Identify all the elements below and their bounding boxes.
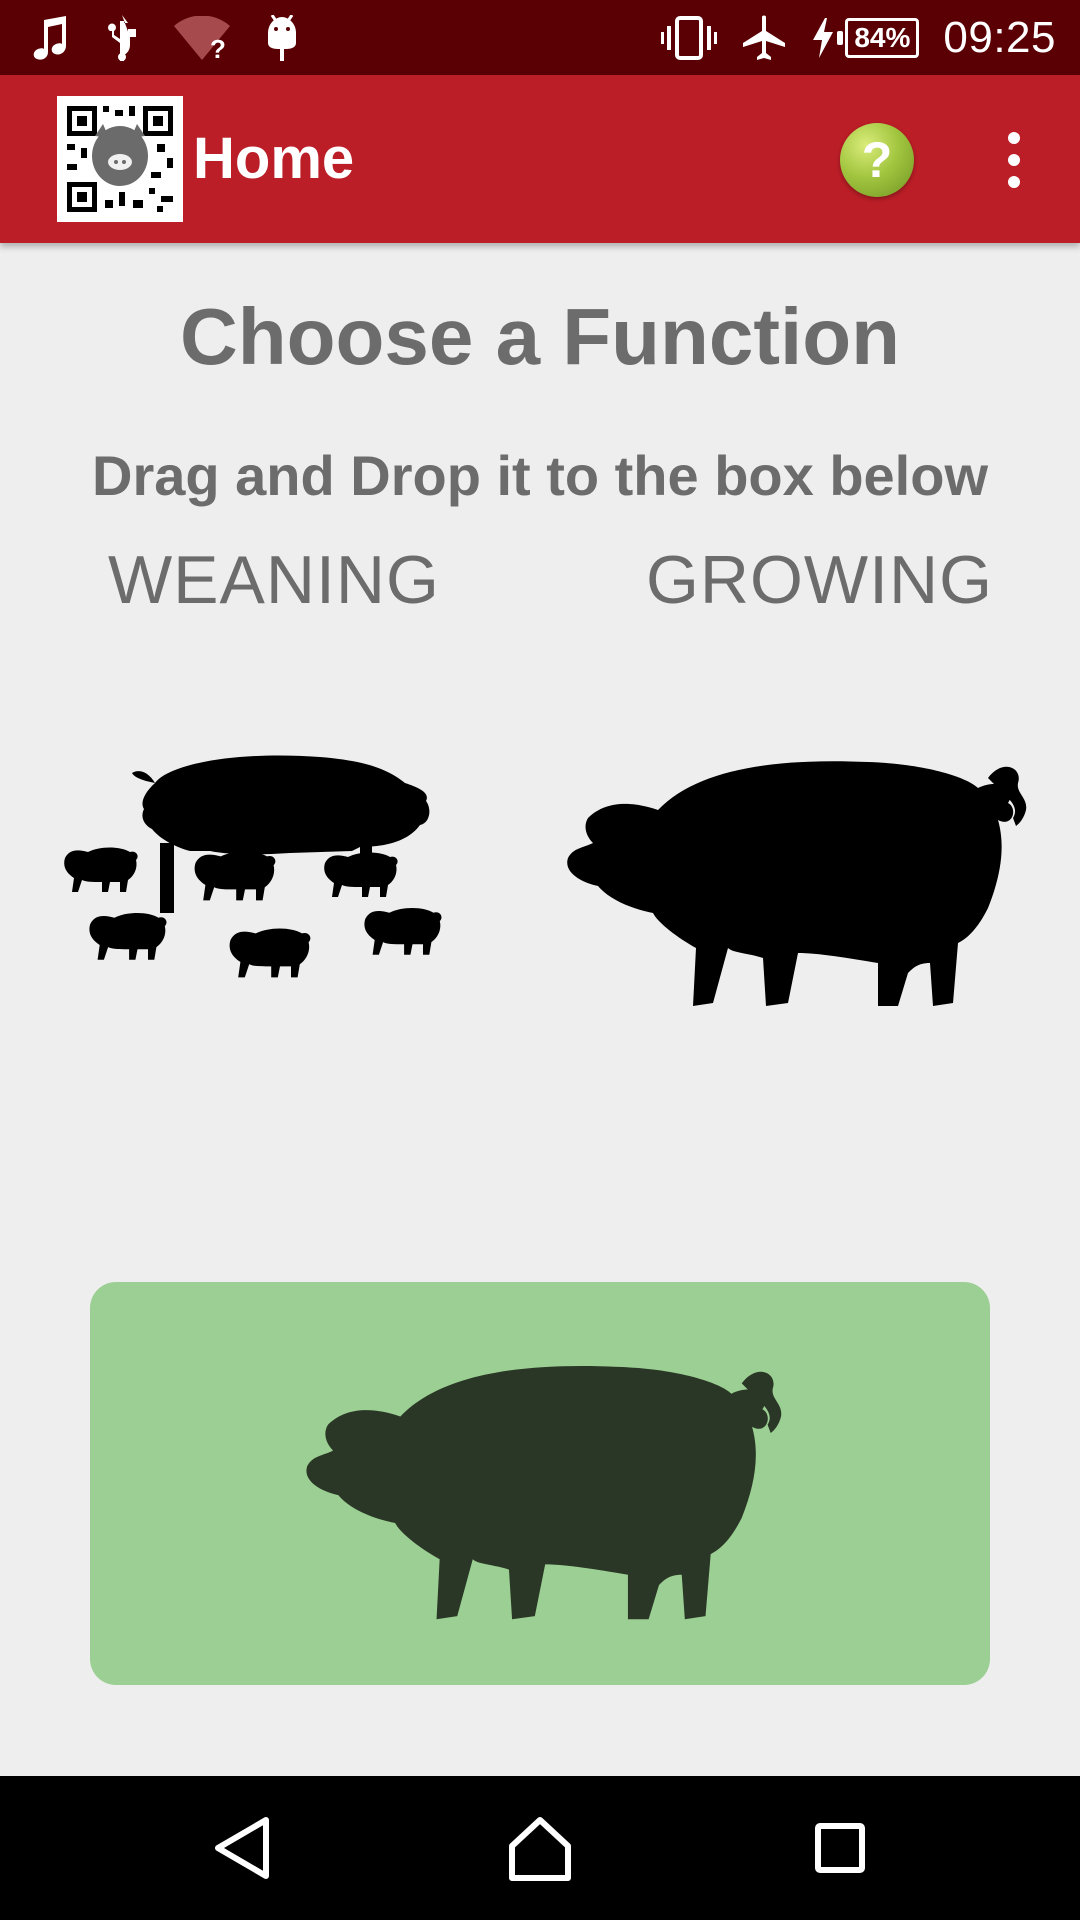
battery-indicator: 84%: [811, 17, 920, 58]
music-note-icon: [33, 15, 66, 60]
battery-percent: 84%: [845, 17, 920, 58]
overflow-dot: [1008, 132, 1020, 144]
overflow-dot: [1008, 154, 1020, 166]
charging-icon: [813, 17, 834, 58]
app-bar: Home ?: [0, 75, 1080, 243]
usb-icon: [108, 14, 136, 61]
status-bar: ? 84% 09:25: [0, 0, 1080, 75]
back-icon[interactable]: [206, 1812, 278, 1884]
status-time: 09:25: [943, 12, 1056, 62]
recents-icon[interactable]: [804, 1812, 876, 1884]
page-subtitle: Drag and Drop it to the box below: [92, 444, 988, 507]
qr-pig-logo-icon[interactable]: [57, 96, 183, 222]
airplane-mode-icon: [743, 15, 786, 60]
status-bar-right: 84% 09:25: [661, 0, 1056, 75]
home-icon[interactable]: [504, 1812, 576, 1884]
overflow-menu-icon[interactable]: [990, 130, 1038, 190]
option-label-growing[interactable]: GROWING: [646, 541, 993, 619]
help-glyph: ?: [861, 132, 893, 188]
help-icon[interactable]: ?: [840, 123, 914, 197]
wifi-unknown-icon: ?: [174, 15, 230, 60]
sow-with-piglets-icon[interactable]: [60, 743, 520, 1013]
overflow-dot: [1008, 176, 1020, 188]
app-title: Home: [193, 126, 355, 191]
status-bar-left: ?: [30, 0, 300, 75]
pig-icon: [280, 1342, 800, 1642]
pig-icon[interactable]: [548, 738, 1038, 1028]
option-label-weaning[interactable]: WEANING: [108, 541, 440, 619]
vibrate-icon: [661, 15, 718, 60]
navigation-bar: [0, 1776, 1080, 1920]
main-content: Choose a Function Drag and Drop it to th…: [0, 243, 1080, 1776]
svg-text:?: ?: [210, 34, 226, 60]
page-title: Choose a Function: [180, 292, 900, 381]
android-debug-icon: [268, 14, 296, 61]
drop-target-box[interactable]: [90, 1282, 990, 1685]
battery-tip: [837, 30, 844, 45]
